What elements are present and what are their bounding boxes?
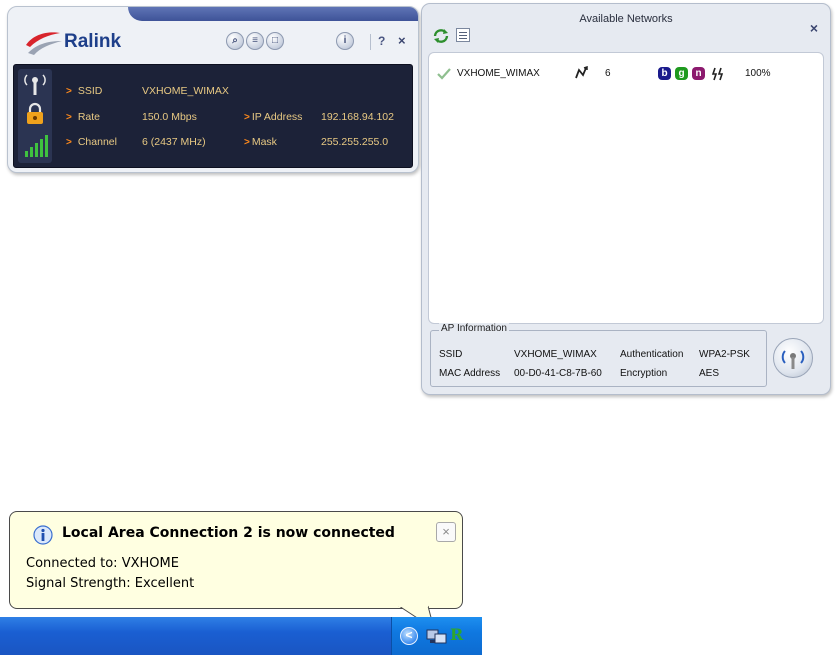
network-signal: 100% [745,68,771,79]
mode-n-badge: n [692,67,705,80]
channel-value: 6 (2437 MHz) [142,136,206,148]
connect-button[interactable] [773,338,813,378]
available-networks-panel: Available Networks × VXHOME_WIMAX 6 b g … [421,3,831,395]
ralink-panel: Ralink ⌕ ≡ □ i ? × > SSID VXHOME_WIMAX >… [7,6,419,173]
ap-information-legend: AP Information [439,323,509,334]
ap-auth-label: Authentication [620,349,684,360]
network-channel: 6 [605,68,611,79]
info-icon [33,525,53,545]
connection-status-panel: > SSID VXHOME_WIMAX > Rate 150.0 Mbps > IP … [13,64,413,168]
network-row[interactable]: VXHOME_WIMAX 6 b g n 100% [433,65,819,83]
ralink-utility-icon[interactable]: R [450,625,463,644]
ap-ssid-label: SSID [439,349,463,360]
balloon-title: Local Area Connection 2 is now connected [62,525,395,541]
ap-information-group: AP Information SSID VXHOME_WIMAX Authent… [430,323,767,387]
connection-balloon[interactable]: Local Area Connection 2 is now connected… [9,511,463,609]
rate-label: > Rate [66,111,101,123]
about-info-icon[interactable]: i [336,32,354,50]
ralink-title-bar[interactable] [128,7,418,21]
ssid-value: VXHOME_WIMAX [142,85,229,97]
network-connection-icon[interactable] [426,627,448,647]
rate-value: 150.0 Mbps [142,111,197,123]
antenna-connect-icon [781,350,805,369]
controls-divider [370,34,371,50]
network-list: VXHOME_WIMAX 6 b g n 100% [428,52,824,324]
status-icons-strip [18,69,52,163]
ralink-swoosh-icon [26,32,62,55]
system-tray: < R [391,617,482,655]
mode-b-badge: b [658,67,671,80]
balloon-close-button[interactable]: × [436,522,456,542]
ap-encryption-value: AES [699,368,720,379]
available-networks-title: Available Networks [579,13,673,25]
adapter-icon[interactable]: □ [266,32,284,50]
help-button[interactable]: ? [378,34,385,48]
list-view-icon[interactable] [456,28,470,42]
connected-check-icon [437,68,451,80]
mode-g-badge: g [675,67,688,80]
ralink-close-button[interactable]: × [398,33,406,48]
infrastructure-mode-icon [575,66,588,79]
signal-strength-icon [25,135,48,157]
network-ssid: VXHOME_WIMAX [457,68,540,79]
show-hidden-icons-button[interactable]: < [400,627,418,645]
profile-list-icon[interactable]: ≡ [246,32,264,50]
available-networks-close-button[interactable]: × [810,20,818,36]
ip-address-value: 192.168.94.102 [321,111,394,123]
channel-label: > Channel [66,136,117,148]
ap-ssid-value: VXHOME_WIMAX [514,349,597,360]
ap-mac-label: MAC Address [439,368,501,379]
ap-mac-value: 00-D0-41-C8-7B-60 [514,368,602,379]
antenna-icon [24,74,46,95]
balloon-connected-to: Connected to: VXHOME [26,556,179,571]
ap-auth-value: WPA2-PSK [699,349,750,360]
mask-value: 255.255.255.0 [321,136,389,148]
ssid-label: > SSID [66,85,103,97]
lock-icon [27,102,43,124]
ralink-brand: Ralink [64,31,122,52]
ip-address-label: > IP Address [244,111,303,123]
wps-icon [711,67,724,81]
balloon-signal-strength: Signal Strength: Excellent [26,576,195,591]
refresh-icon[interactable] [432,28,450,44]
site-survey-icon[interactable]: ⌕ [226,32,244,50]
mask-label: > Mask [244,136,277,148]
ap-encryption-label: Encryption [620,368,668,379]
